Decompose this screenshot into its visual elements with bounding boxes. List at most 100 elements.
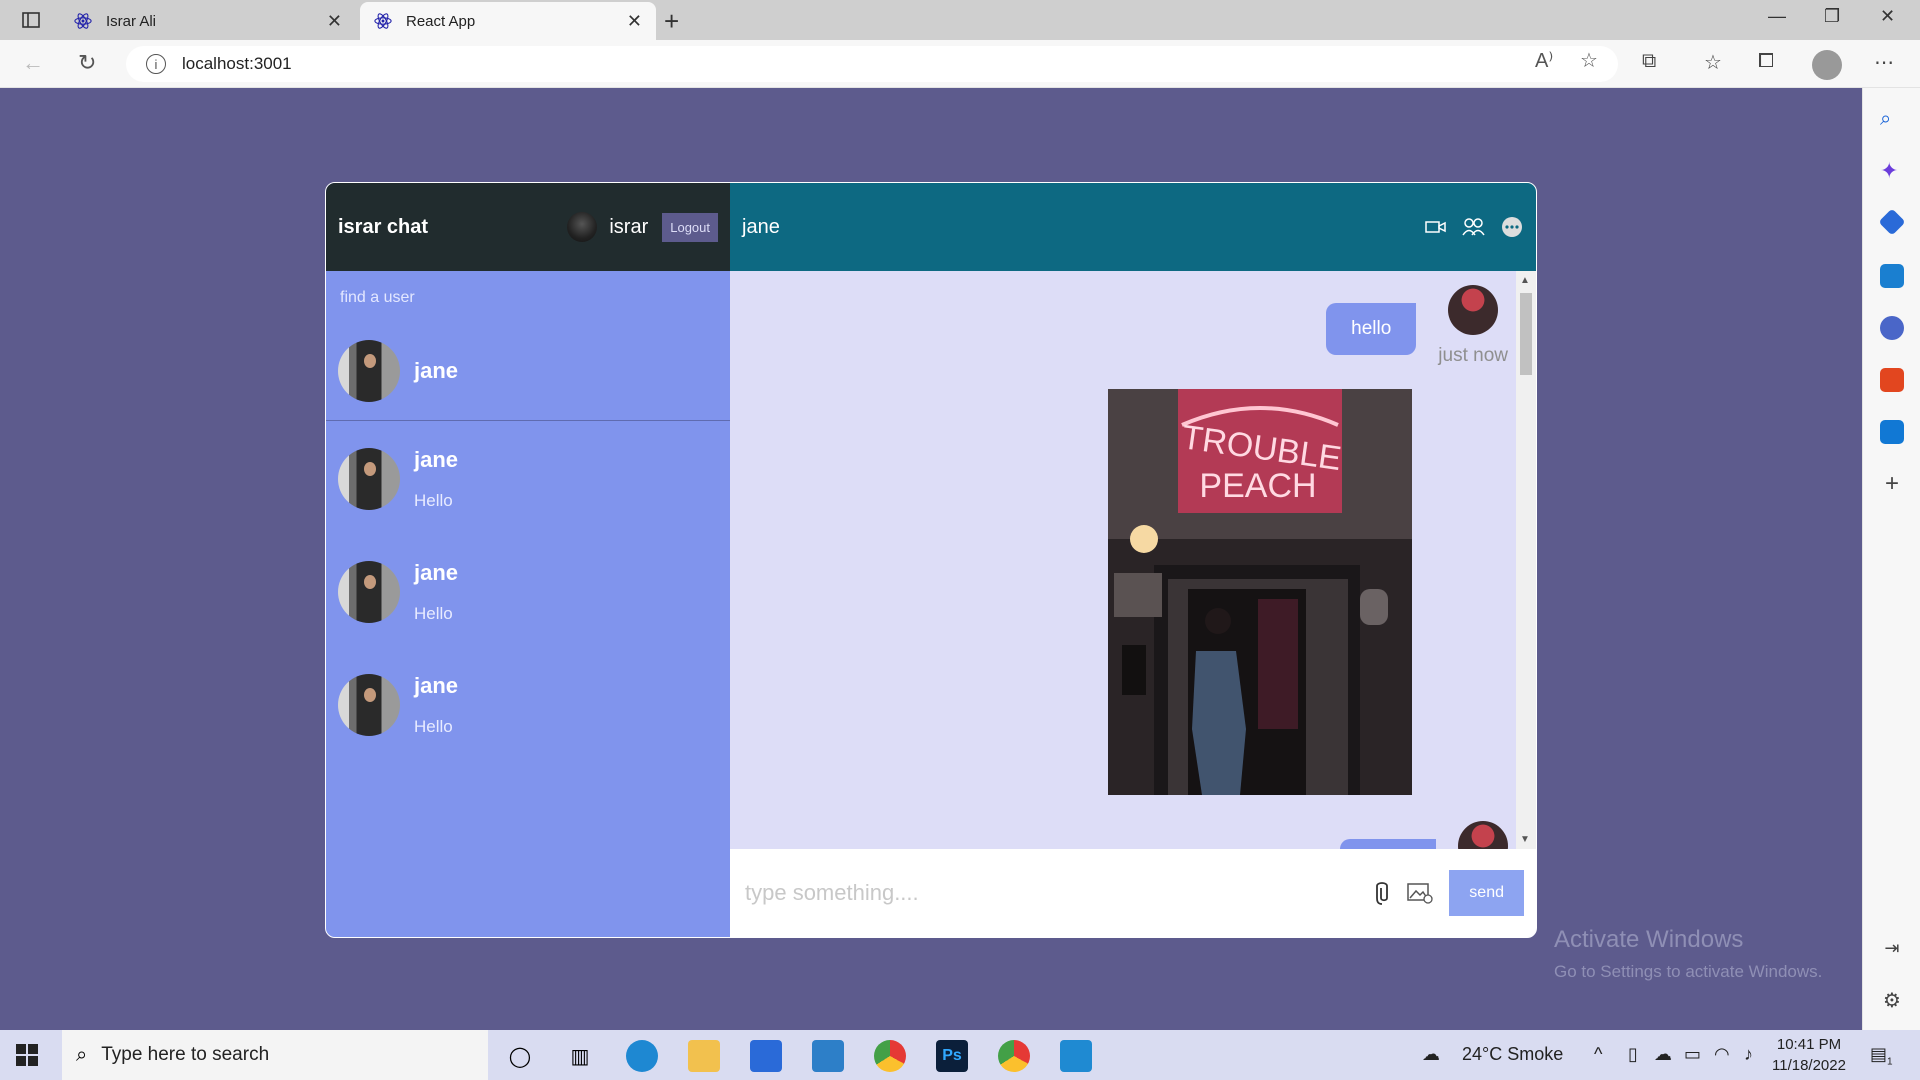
search-icon[interactable]: ⌕	[1880, 108, 1904, 132]
watermark-subtitle: Go to Settings to activate Windows.	[1554, 962, 1823, 981]
site-info-icon[interactable]: i	[146, 54, 166, 74]
shopping-icon[interactable]	[1878, 208, 1906, 236]
tab-close-icon[interactable]: ✕	[627, 11, 642, 32]
battery-icon[interactable]: ▭	[1684, 1044, 1701, 1065]
message-input-bar: send	[730, 849, 1536, 937]
scroll-down-icon[interactable]: ▼	[1520, 834, 1530, 845]
app-logo: israr chat	[338, 215, 429, 238]
outlook-icon[interactable]	[1880, 420, 1904, 444]
tab-react-app[interactable]: React App ✕	[360, 2, 656, 40]
collections-icon[interactable]: ⧠	[1758, 50, 1774, 73]
notifications-icon[interactable]: ▤1	[1870, 1044, 1893, 1068]
clock[interactable]: 10:41 PM 11/18/2022	[1772, 1034, 1846, 1076]
tools-icon[interactable]	[1880, 264, 1904, 288]
tab-close-icon[interactable]: ✕	[327, 11, 342, 32]
scroll-up-icon[interactable]: ▲	[1520, 275, 1530, 286]
message-owner: just now hello	[1326, 285, 1508, 367]
chat-partner-name: jane	[742, 215, 780, 238]
chrome-icon[interactable]	[874, 1040, 906, 1072]
chat-info-bar: jane	[730, 183, 1536, 271]
chat-app: israr chat israr Logout jane jane Hello …	[325, 182, 1537, 938]
user-info: israr Logout	[567, 212, 718, 242]
find-user-input[interactable]	[340, 289, 716, 307]
mail-icon[interactable]	[812, 1040, 844, 1072]
watermark-title: Activate Windows	[1554, 926, 1744, 953]
chat-last-message: Hello	[414, 716, 453, 736]
chat-last-message: Hello	[414, 603, 453, 623]
task-view-icon[interactable]: ▥	[564, 1040, 596, 1072]
tab-title: React App	[406, 12, 476, 30]
chat-list-item[interactable]: jane Hello	[326, 421, 730, 534]
message-input[interactable]	[745, 880, 1360, 906]
profile-avatar[interactable]	[1812, 50, 1842, 80]
more-options-icon[interactable]	[1500, 215, 1524, 239]
tray-chevron-icon[interactable]: ^	[1594, 1044, 1602, 1065]
messages-scrollbar[interactable]: ▲ ▼	[1516, 271, 1536, 849]
volume-icon[interactable]: ♪	[1744, 1044, 1753, 1065]
extensions-icon[interactable]: ⧉	[1642, 50, 1656, 73]
chrome-profile-icon[interactable]	[998, 1040, 1030, 1072]
new-tab-icon[interactable]: +	[664, 6, 679, 37]
photoshop-icon[interactable]: Ps	[936, 1040, 968, 1072]
file-explorer-icon[interactable]	[688, 1040, 720, 1072]
wifi-icon[interactable]: ◠	[1714, 1044, 1730, 1065]
vscode-icon[interactable]	[1060, 1040, 1092, 1072]
notification-count: 1	[1887, 1056, 1893, 1068]
video-camera-icon[interactable]	[1424, 215, 1448, 239]
send-button[interactable]: send	[1449, 870, 1524, 916]
hide-sidebar-icon[interactable]: ⇥	[1880, 938, 1904, 962]
meet-icon[interactable]: ▯	[1628, 1044, 1638, 1065]
activate-windows-watermark: Activate Windows Go to Settings to activ…	[1554, 926, 1822, 982]
attach-file-icon[interactable]	[1367, 878, 1397, 908]
discover-icon[interactable]: ✦	[1880, 158, 1904, 183]
search-result-item[interactable]: jane	[326, 321, 730, 421]
message-bubble: hello	[1326, 303, 1417, 355]
clock-date: 11/18/2022	[1772, 1057, 1846, 1074]
office-icon[interactable]	[1880, 368, 1904, 392]
url-field[interactable]: i localhost:3001	[126, 46, 1618, 82]
chat-name: jane	[414, 559, 459, 585]
logout-button[interactable]: Logout	[662, 212, 718, 242]
favorites-icon[interactable]: ☆	[1704, 50, 1722, 75]
tab-israr-ali[interactable]: Israr Ali ✕	[60, 2, 356, 40]
weather-icon[interactable]: ☁	[1422, 1044, 1440, 1065]
edge-sidebar: ⌕ ✦ + ⇥ ⚙	[1862, 88, 1920, 1030]
message-info	[1458, 821, 1508, 849]
add-icon[interactable]: +	[1880, 470, 1904, 497]
settings-icon[interactable]: ⚙	[1880, 988, 1904, 1012]
tab-actions-icon[interactable]	[14, 8, 48, 32]
chat-list-item[interactable]: jane Hello	[326, 534, 730, 647]
close-window-icon[interactable]: ✕	[1880, 6, 1895, 27]
start-button[interactable]	[16, 1044, 38, 1066]
add-favorite-icon[interactable]: ☆	[1580, 48, 1598, 73]
message-info: just now	[1438, 285, 1508, 367]
add-image-icon[interactable]	[1405, 878, 1435, 908]
add-user-icon[interactable]	[1462, 215, 1486, 239]
restore-icon[interactable]: ❐	[1824, 6, 1840, 27]
minimize-icon[interactable]: —	[1768, 6, 1786, 27]
chat-panel: jane just now hello TROUBLE PEACH ▲ ▼ ty…	[730, 183, 1536, 937]
chat-list-item[interactable]: jane Hello	[326, 647, 730, 760]
back-icon[interactable]: ←	[22, 50, 44, 76]
refresh-icon[interactable]: ↻	[78, 50, 96, 76]
taskbar-search[interactable]: ⌕ Type here to search	[62, 1030, 488, 1080]
games-icon[interactable]	[1880, 316, 1904, 340]
user-search	[326, 271, 730, 321]
read-aloud-icon[interactable]: A⁾	[1535, 48, 1553, 73]
avatar	[1448, 285, 1499, 335]
edge-app-icon[interactable]	[626, 1040, 658, 1072]
scroll-thumb[interactable]	[1520, 293, 1532, 375]
onedrive-icon[interactable]: ☁	[1654, 1044, 1672, 1065]
messages-area[interactable]: just now hello TROUBLE PEACH ▲ ▼	[730, 271, 1536, 849]
current-user-name: israr	[609, 215, 649, 238]
store-icon[interactable]	[750, 1040, 782, 1072]
weather-text[interactable]: 24°C Smoke	[1462, 1044, 1563, 1065]
avatar	[338, 673, 400, 736]
message-image[interactable]: TROUBLE PEACH	[1108, 389, 1412, 795]
cortana-icon[interactable]: ◯	[504, 1040, 536, 1072]
chat-name: jane	[414, 446, 459, 472]
clock-time: 10:41 PM	[1776, 1036, 1842, 1053]
react-icon	[374, 13, 392, 29]
more-menu-icon[interactable]: ⋯	[1874, 50, 1894, 75]
svg-text:PEACH: PEACH	[1199, 467, 1316, 505]
